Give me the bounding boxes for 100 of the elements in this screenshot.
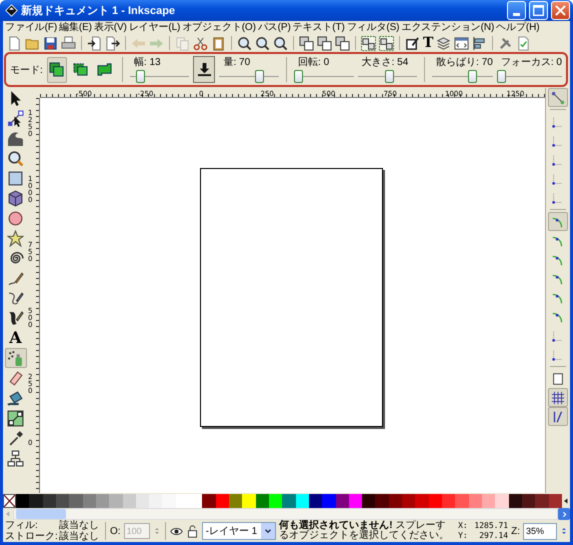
pen-square-icon[interactable]: [405, 36, 420, 50]
menu-item[interactable]: オブジェクト(O): [182, 22, 256, 34]
tool-button[interactable]: [4, 448, 26, 468]
color-swatch[interactable]: [348, 494, 362, 508]
tool-button[interactable]: A: [4, 328, 26, 348]
color-swatch[interactable]: [202, 494, 216, 508]
color-swatch[interactable]: [522, 494, 536, 508]
color-swatch[interactable]: [362, 494, 376, 508]
menu-item[interactable]: ヘルプ(H): [496, 22, 540, 34]
menu-item[interactable]: パス(P): [258, 22, 291, 34]
window-icon[interactable]: [454, 36, 470, 50]
padlock-icon[interactable]: [186, 524, 199, 538]
color-swatch[interactable]: [122, 494, 136, 508]
color-swatch[interactable]: [109, 494, 122, 508]
menu-item[interactable]: 編集(E): [59, 22, 92, 34]
color-swatch[interactable]: [495, 494, 509, 508]
snap-button[interactable]: [548, 407, 568, 426]
color-swatch[interactable]: [96, 494, 110, 508]
color-swatch[interactable]: [149, 494, 162, 508]
slider-thumb[interactable]: [468, 70, 478, 82]
slider-thumb[interactable]: [294, 70, 304, 82]
document-check-icon[interactable]: [516, 36, 532, 50]
overlapping-squares-icon[interactable]: [299, 36, 314, 50]
color-swatch[interactable]: [442, 494, 456, 508]
slider-thumb[interactable]: [136, 70, 146, 82]
scissors-icon[interactable]: [193, 36, 208, 50]
document-icon[interactable]: [7, 36, 22, 50]
color-swatch[interactable]: [256, 494, 269, 508]
maximize-button[interactable]: [529, 1, 548, 20]
color-swatch[interactable]: [482, 494, 496, 508]
color-swatch[interactable]: [82, 494, 96, 508]
color-swatch[interactable]: [56, 494, 70, 508]
floppy-icon[interactable]: [43, 36, 58, 50]
color-swatch[interactable]: [322, 494, 336, 508]
color-swatch[interactable]: [508, 494, 522, 508]
color-swatch[interactable]: [296, 494, 309, 508]
scroll-thumb[interactable]: [16, 509, 66, 519]
magnifier-icon[interactable]: [255, 36, 270, 50]
pen-icon: [7, 290, 24, 306]
clipboard-icon[interactable]: [211, 36, 226, 50]
tool-button[interactable]: [4, 408, 26, 428]
color-swatch[interactable]: [535, 494, 548, 508]
snap-button[interactable]: [548, 388, 568, 407]
no-color-swatch[interactable]: [3, 494, 16, 508]
magnifier-icon[interactable]: [237, 36, 252, 50]
layer-dropdown[interactable]: -レイヤー 1: [202, 522, 276, 540]
color-swatch[interactable]: [189, 494, 202, 508]
minimize-button[interactable]: [507, 1, 526, 20]
spray-can-icon: [7, 350, 24, 366]
grouped-squares-icon[interactable]: [379, 36, 394, 50]
pressure-button[interactable]: [193, 56, 216, 83]
menu-item[interactable]: 表示(V): [94, 22, 127, 34]
menu-item[interactable]: レイヤー(L): [128, 22, 180, 34]
merged-shape-icon: [97, 62, 112, 77]
color-swatch[interactable]: [229, 494, 242, 508]
color-swatch[interactable]: [29, 494, 43, 508]
document-arrow-icon[interactable]: [87, 36, 102, 50]
grouped-squares-icon[interactable]: [361, 36, 376, 50]
color-swatch[interactable]: [162, 494, 176, 508]
color-swatch[interactable]: [69, 494, 83, 508]
menu-item[interactable]: フィルタ(S): [346, 22, 400, 34]
printer-icon[interactable]: [61, 36, 76, 50]
color-swatch[interactable]: [176, 494, 190, 508]
layers-icon[interactable]: [436, 36, 452, 50]
color-swatch[interactable]: [42, 494, 56, 508]
overlapping-squares-icon[interactable]: [335, 36, 350, 50]
menu-item[interactable]: テキスト(T): [292, 22, 345, 34]
document-arrow-icon[interactable]: [105, 36, 120, 50]
magnifier-icon[interactable]: [273, 36, 288, 50]
color-swatch[interactable]: [468, 494, 482, 508]
align-icon[interactable]: [472, 36, 488, 50]
slider-thumb[interactable]: [496, 70, 506, 82]
color-swatch[interactable]: [282, 494, 296, 508]
color-swatch[interactable]: [136, 494, 150, 508]
color-swatch[interactable]: [268, 494, 282, 508]
menu-item[interactable]: ファイル(F): [5, 22, 58, 34]
star-icon: [7, 230, 24, 246]
tool-button[interactable]: [4, 348, 26, 368]
color-swatch[interactable]: [428, 494, 442, 508]
color-swatch[interactable]: [308, 494, 322, 508]
zoom-field[interactable]: 35%: [523, 522, 557, 540]
slider-thumb[interactable]: [254, 70, 264, 82]
color-swatch[interactable]: [402, 494, 416, 508]
color-swatch[interactable]: [455, 494, 469, 508]
menu-item[interactable]: エクステンション(N): [401, 22, 494, 34]
color-swatch[interactable]: [388, 494, 402, 508]
slider-thumb[interactable]: [384, 70, 394, 82]
color-swatch[interactable]: [375, 494, 389, 508]
tool-button[interactable]: [4, 228, 26, 248]
color-swatch[interactable]: [242, 494, 256, 508]
color-swatch[interactable]: [16, 494, 30, 508]
overlapping-squares-icon[interactable]: [317, 36, 332, 50]
color-swatch[interactable]: [415, 494, 429, 508]
scroll-right-button[interactable]: [558, 508, 570, 520]
close-button[interactable]: [551, 1, 570, 20]
text-tool-icon[interactable]: T: [423, 36, 434, 50]
color-swatch[interactable]: [336, 494, 349, 508]
color-swatch[interactable]: [548, 494, 562, 508]
color-swatch[interactable]: [216, 494, 229, 508]
mode-button[interactable]: [46, 56, 67, 82]
